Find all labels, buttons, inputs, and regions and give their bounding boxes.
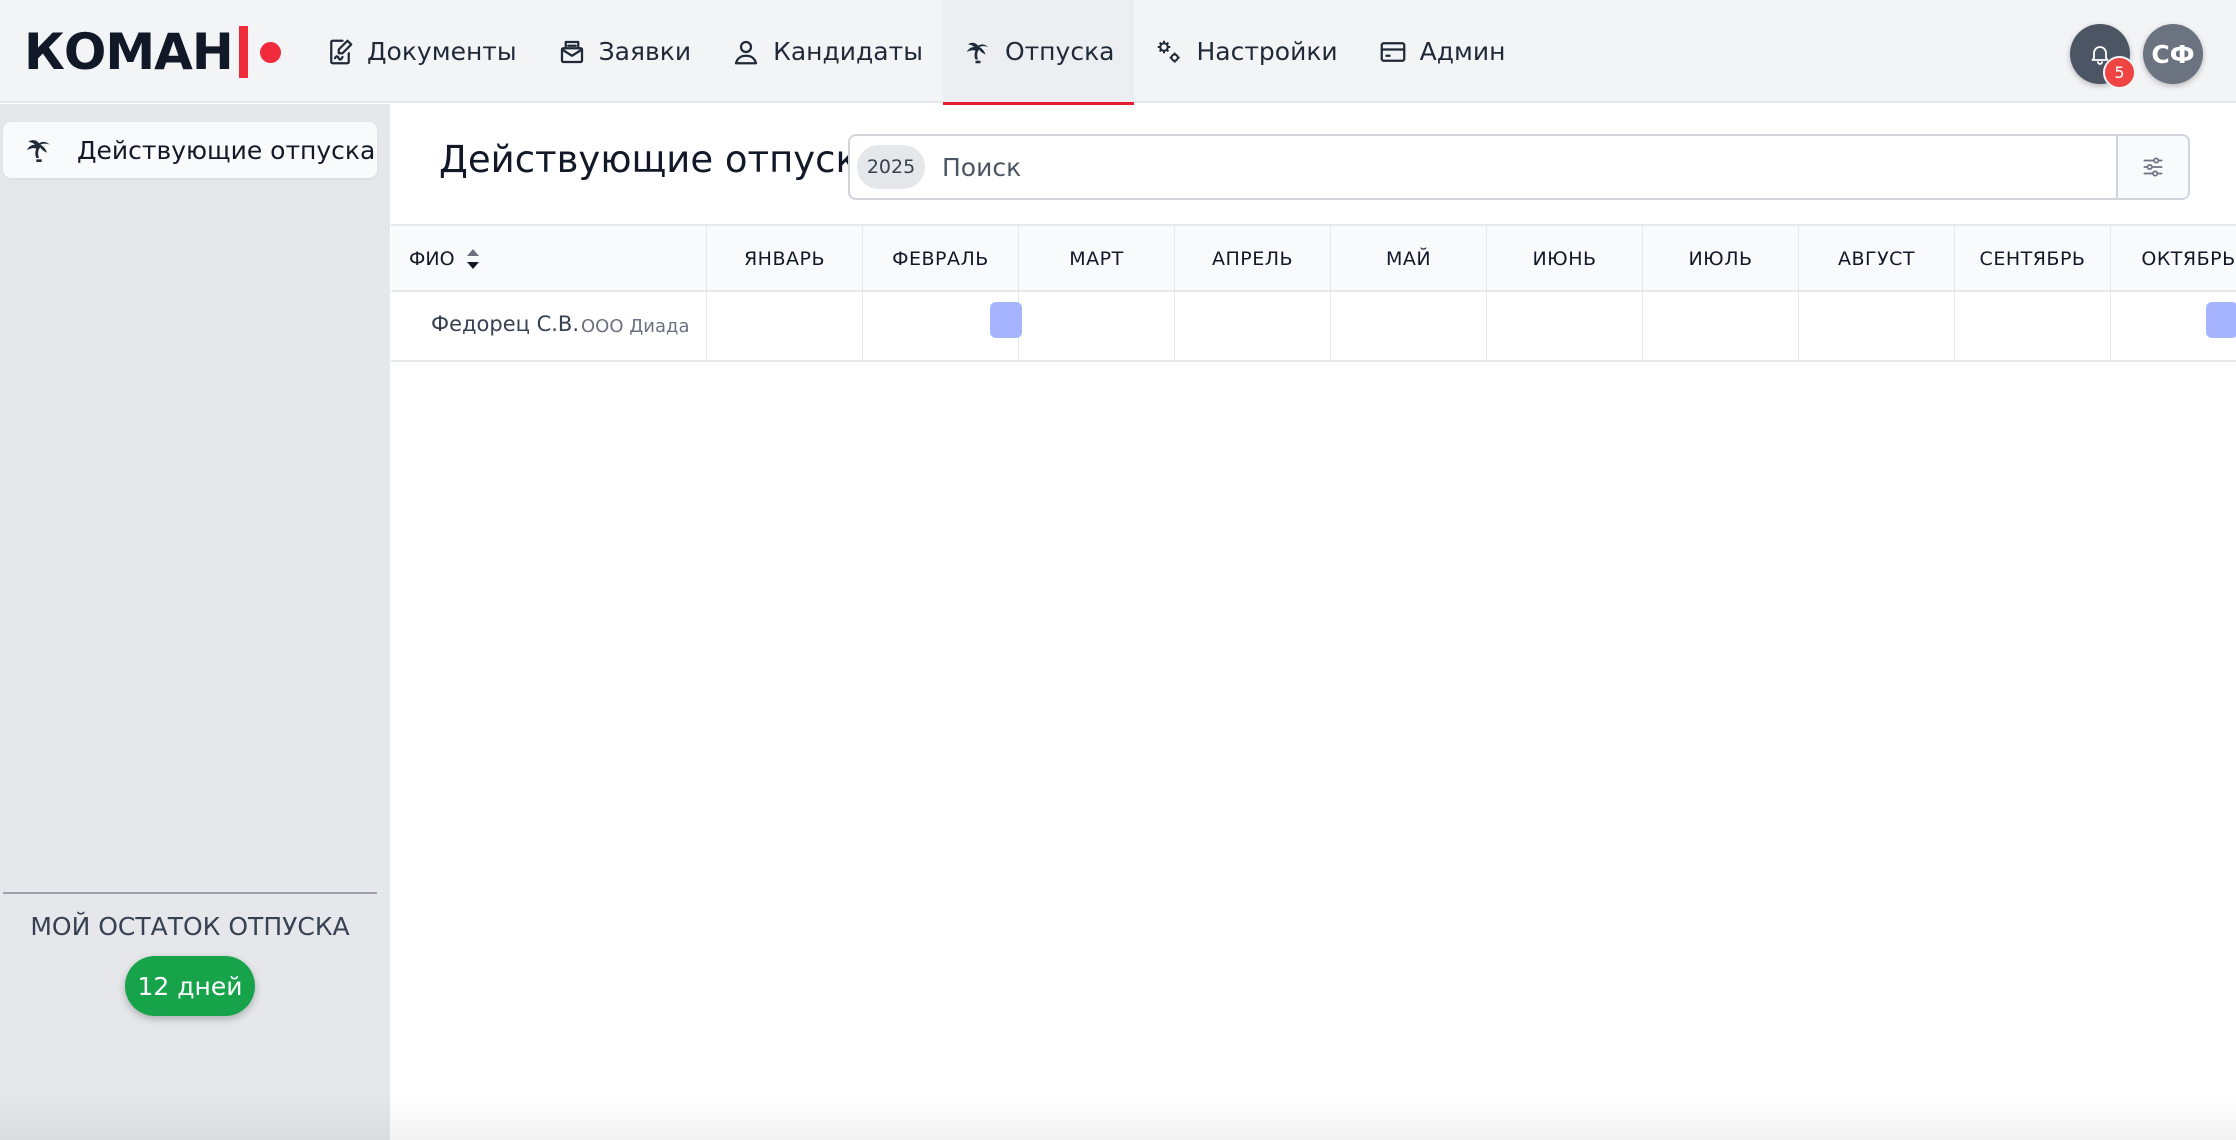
nav-item-label: Настройки — [1196, 37, 1338, 66]
nav-item-label: Админ — [1419, 37, 1506, 66]
search-input[interactable] — [942, 144, 2082, 190]
nav-item-requests[interactable]: Заявки — [537, 0, 711, 103]
month-header-march: МАРТ — [1018, 226, 1174, 292]
table-row[interactable]: Федорец С.В. ООО Диада — [391, 292, 2236, 362]
main-nav: Документы Заявки Кандидаты Отпуска Настр… — [305, 0, 1526, 105]
month-cell — [1642, 292, 1798, 360]
month-header-february: ФЕВРАЛЬ — [862, 226, 1018, 292]
vacation-period-mark[interactable] — [2206, 302, 2236, 338]
palm-tree-icon — [963, 37, 993, 67]
app-logo[interactable]: КОМАН — [24, 22, 281, 82]
month-header-april: АПРЕЛЬ — [1174, 226, 1330, 292]
vacation-remaining-label: МОЙ ОСТАТОК ОТПУСКА — [30, 912, 350, 941]
nav-item-label: Кандидаты — [773, 37, 923, 66]
month-cell — [1486, 292, 1642, 360]
nav-item-label: Отпуска — [1004, 37, 1115, 66]
table-header: ФИО ЯНВАРЬ ФЕВРАЛЬ МАРТ АПРЕЛЬ МАЙ ИЮНЬ … — [391, 224, 2236, 292]
user-avatar[interactable]: СФ — [2143, 24, 2203, 84]
page-title: Действующие отпуска — [439, 138, 881, 181]
nav-item-documents[interactable]: Документы — [305, 0, 537, 103]
card-icon — [1378, 37, 1408, 67]
logo-bar-mark — [238, 26, 248, 78]
month-header-september: СЕНТЯБРЬ — [1954, 226, 2110, 292]
sidebar: Действующие отпуска МОЙ ОСТАТОК ОТПУСКА … — [0, 104, 390, 1140]
vacation-remaining-badge: 12 дней — [125, 956, 255, 1016]
sidebar-divider — [3, 892, 377, 894]
month-header-october: ОКТЯБРЬ — [2110, 226, 2236, 292]
sidebar-item-label: Действующие отпуска — [77, 135, 376, 165]
vacation-calendar-table: ФИО ЯНВАРЬ ФЕВРАЛЬ МАРТ АПРЕЛЬ МАЙ ИЮНЬ … — [391, 224, 2236, 364]
month-header-august: АВГУСТ — [1798, 226, 1954, 292]
notification-count-badge: 5 — [2103, 56, 2136, 89]
sliders-icon — [2140, 154, 2166, 180]
palm-tree-icon — [23, 134, 55, 166]
user-icon — [731, 37, 761, 67]
column-header-name[interactable]: ФИО — [409, 246, 481, 272]
top-bar: КОМАН Документы Заявки Кандидаты Отпуска… — [0, 0, 2236, 105]
nav-item-label: Заявки — [598, 37, 692, 66]
inbox-icon — [557, 37, 587, 67]
gears-icon — [1154, 37, 1184, 67]
month-cell — [1954, 292, 2110, 360]
logo-dot-mark — [259, 41, 281, 63]
nav-item-candidates[interactable]: Кандидаты — [711, 0, 943, 103]
month-header-january: ЯНВАРЬ — [706, 226, 862, 292]
month-header-may: МАЙ — [1330, 226, 1486, 292]
logo-text: КОМАН — [24, 23, 234, 81]
document-edit-icon — [325, 37, 355, 67]
month-cell — [1174, 292, 1330, 360]
month-cell — [1018, 292, 1174, 360]
filter-button[interactable] — [2116, 136, 2188, 198]
nav-item-label: Документы — [367, 37, 517, 66]
vacation-period-mark[interactable] — [990, 302, 1022, 338]
search-bar: 2025 — [848, 134, 2190, 200]
month-header-july: ИЮЛЬ — [1642, 226, 1798, 292]
year-selector[interactable]: 2025 — [857, 145, 925, 189]
nav-item-vacations[interactable]: Отпуска — [942, 0, 1135, 105]
employee-org: ООО Диада — [581, 316, 690, 337]
month-cell — [1798, 292, 1954, 360]
month-cell — [1330, 292, 1486, 360]
month-header-june: ИЮНЬ — [1486, 226, 1642, 292]
sort-icon[interactable] — [465, 246, 481, 272]
column-header-name-label: ФИО — [409, 248, 455, 270]
month-cell — [706, 292, 862, 360]
nav-item-admin[interactable]: Админ — [1358, 0, 1526, 103]
nav-item-settings[interactable]: Настройки — [1134, 0, 1357, 103]
employee-name: Федорец С.В. — [431, 312, 580, 336]
sidebar-item-active-vacations[interactable]: Действующие отпуска — [3, 122, 377, 178]
